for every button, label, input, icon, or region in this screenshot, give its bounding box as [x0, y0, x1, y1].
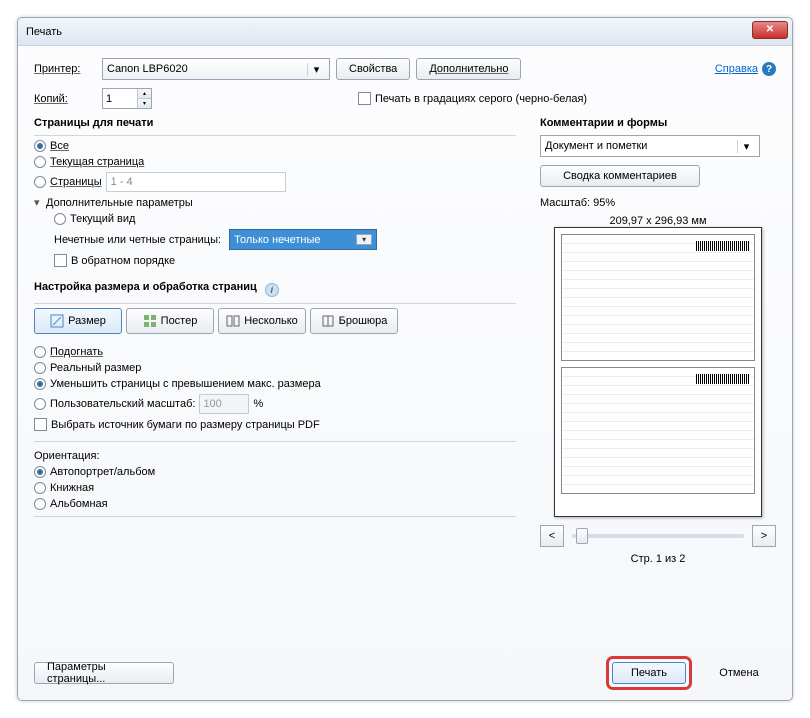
size-icon: [50, 314, 64, 328]
radio-shrink[interactable]: [34, 378, 46, 390]
slider-thumb[interactable]: [576, 528, 588, 544]
orientation-label: Ориентация:: [34, 450, 516, 462]
cancel-button[interactable]: Отмена: [702, 662, 776, 684]
tab-poster[interactable]: Постер: [126, 308, 214, 334]
oddeven-label: Нечетные или четные страницы:: [54, 234, 221, 246]
tab-multiple[interactable]: Несколько: [218, 308, 306, 334]
comments-title: Комментарии и формы: [540, 117, 776, 129]
help-icon[interactable]: ?: [762, 62, 776, 76]
preview-slider[interactable]: [572, 534, 744, 538]
print-button[interactable]: Печать: [612, 662, 686, 684]
printer-value: Canon LBP6020: [107, 63, 188, 75]
preview-doc-2: [561, 367, 755, 494]
comments-select[interactable]: Документ и пометки ▾: [540, 135, 760, 157]
info-icon[interactable]: i: [265, 283, 279, 297]
close-button[interactable]: ✕: [752, 21, 788, 39]
radio-landscape[interactable]: [34, 498, 46, 510]
radio-auto-orient[interactable]: [34, 466, 46, 478]
preview-scale: Масштаб: 95%: [540, 197, 615, 209]
oddeven-select[interactable]: Только нечетные ▾: [229, 229, 377, 250]
grayscale-label: Печать в градациях серого (черно-белая): [375, 93, 587, 105]
preview-next-button[interactable]: >: [752, 525, 776, 547]
paper-source-checkbox[interactable]: [34, 418, 47, 431]
spin-up[interactable]: ▴: [137, 89, 151, 98]
multiple-icon: [226, 314, 240, 328]
preview-page-counter: Стр. 1 из 2: [631, 553, 686, 565]
radio-custom[interactable]: [34, 398, 46, 410]
help-link[interactable]: Справка: [715, 63, 758, 75]
radio-current[interactable]: [34, 156, 46, 168]
preview-frame: [554, 227, 762, 517]
radio-fit[interactable]: [34, 346, 46, 358]
expand-toggle[interactable]: ▾: [34, 196, 46, 209]
radio-current-view[interactable]: [54, 213, 66, 225]
preview-dimensions: 209,97 x 296,93 мм: [609, 215, 706, 227]
pages-group-title: Страницы для печати: [34, 117, 516, 129]
radio-portrait[interactable]: [34, 482, 46, 494]
preview-prev-button[interactable]: <: [540, 525, 564, 547]
titlebar: Печать ✕: [18, 18, 792, 46]
printer-label: Принтер:: [34, 63, 96, 75]
chevron-down-icon: ▾: [737, 140, 755, 153]
copies-label: Копий:: [34, 93, 96, 105]
chevron-down-icon: ▾: [356, 234, 372, 245]
poster-icon: [143, 314, 157, 328]
printer-select[interactable]: Canon LBP6020 ▾: [102, 58, 330, 80]
custom-scale-input: 100: [199, 394, 249, 414]
booklet-icon: [321, 314, 335, 328]
tab-size[interactable]: Размер: [34, 308, 122, 334]
spin-down[interactable]: ▾: [137, 98, 151, 108]
print-highlight: Печать: [606, 656, 692, 690]
pages-range-input[interactable]: [106, 172, 286, 192]
sizing-group-title: Настройка размера и обработка страниц: [34, 281, 257, 293]
copies-input[interactable]: [103, 89, 137, 108]
reverse-checkbox[interactable]: [54, 254, 67, 267]
page-setup-button[interactable]: Параметры страницы...: [34, 662, 174, 684]
comments-summary-button[interactable]: Сводка комментариев: [540, 165, 700, 187]
chevron-down-icon: ▾: [307, 63, 325, 76]
tab-booklet[interactable]: Брошюра: [310, 308, 398, 334]
radio-actual[interactable]: [34, 362, 46, 374]
print-dialog: Печать ✕ Принтер: Canon LBP6020 ▾ Свойст…: [17, 17, 793, 701]
radio-range[interactable]: [34, 176, 46, 188]
radio-all[interactable]: [34, 140, 46, 152]
properties-button[interactable]: Свойства: [336, 58, 410, 80]
copies-spinner[interactable]: ▴ ▾: [102, 88, 152, 109]
preview-doc-1: [561, 234, 755, 361]
grayscale-checkbox[interactable]: [358, 92, 371, 105]
dialog-title: Печать: [26, 26, 62, 38]
advanced-button[interactable]: Дополнительно: [416, 58, 521, 80]
